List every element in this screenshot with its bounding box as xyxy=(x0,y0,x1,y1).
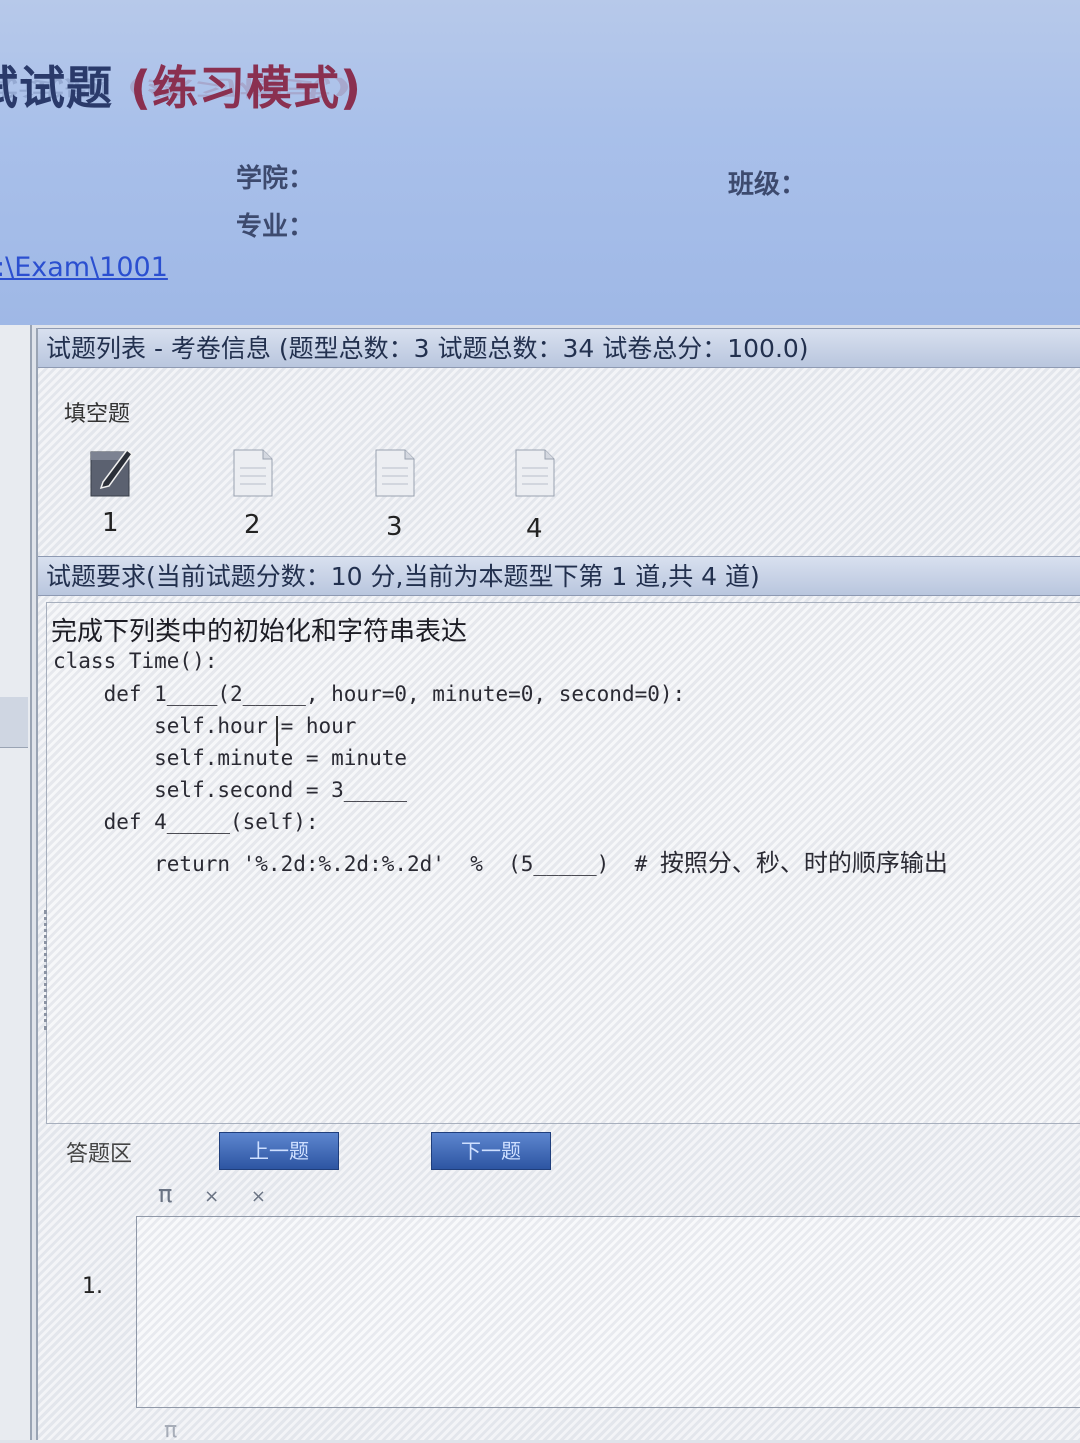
code-line-2: def 1____(2_____, hour=0, minute=0, seco… xyxy=(53,682,686,706)
exam-path-link[interactable]: :\Exam\1001 xyxy=(0,252,168,283)
question-content: 完成下列类中的初始化和字符串表达 class Time(): def 1____… xyxy=(46,602,1080,1124)
clear-button-1[interactable]: × xyxy=(204,1186,219,1207)
exam-header: 试试题 (练习模式) 试试题 (练习模式) 学院： 班级： 专业： :\Exam… xyxy=(0,0,1080,325)
code-line-5: self.second = 3_____ xyxy=(53,778,408,802)
code-line-6: def 4_____(self): xyxy=(53,810,319,834)
pi-symbol-button[interactable]: π xyxy=(158,1180,172,1208)
mode-reflection-text: (练习模式) xyxy=(126,75,353,100)
left-panel-strip xyxy=(0,325,32,1440)
answer-number: 1. xyxy=(82,1274,103,1299)
next-question-button[interactable]: 下一题 xyxy=(431,1132,551,1170)
prev-question-button[interactable]: 上一题 xyxy=(219,1132,339,1170)
clear-button-2[interactable]: × xyxy=(251,1186,266,1207)
question-2-button[interactable] xyxy=(230,446,276,498)
major-label: 专业： xyxy=(236,212,315,242)
code-line-7: return '%.2d:%.2d:%.2d' % (5_____) # 按照分… xyxy=(53,843,948,878)
question-1-number: 1 xyxy=(102,508,119,538)
answer-toolbar: π × × xyxy=(158,1180,290,1208)
answer-area-label: 答题区 xyxy=(66,1142,133,1167)
section-label-fill-blank: 填空题 xyxy=(64,402,131,427)
document-icon xyxy=(233,449,273,497)
answer-input-1[interactable] xyxy=(136,1216,1080,1408)
code-line-4: self.minute = minute xyxy=(53,746,408,770)
class-label: 班级： xyxy=(728,170,807,200)
title-reflection: 试试题 (练习模式) xyxy=(0,74,352,104)
question-description: 完成下列类中的初始化和字符串表达 xyxy=(51,617,468,647)
question-list-header: 试题列表 - 考卷信息 (题型总数：3 试题总数：34 试卷总分：100.0) xyxy=(38,328,1080,368)
college-label: 学院： xyxy=(236,164,315,194)
question-3-button[interactable] xyxy=(372,446,418,498)
code-line-1: class Time(): xyxy=(53,649,218,673)
question-3-number: 3 xyxy=(386,512,403,542)
edit-document-icon xyxy=(90,448,133,497)
question-2-number: 2 xyxy=(244,510,261,540)
code-line-7-text: return '%.2d:%.2d:%.2d' % (5_____) # xyxy=(53,852,660,876)
question-1-button[interactable] xyxy=(88,446,134,498)
question-4-number: 4 xyxy=(526,514,543,544)
document-icon xyxy=(515,449,555,497)
left-panel-tab[interactable] xyxy=(0,697,28,748)
main-panel: 试题列表 - 考卷信息 (题型总数：3 试题总数：34 试卷总分：100.0) … xyxy=(36,328,1080,1443)
code-comment: 按照分、秒、时的顺序输出 xyxy=(659,849,948,877)
answer-toolbar-2: π xyxy=(164,1418,177,1443)
code-line-3: self.hour = hour xyxy=(53,714,357,738)
requirement-header: 试题要求(当前试题分数：10 分,当前为本题型下第 1 道,共 4 道) xyxy=(38,556,1080,596)
panel-splitter-handle[interactable] xyxy=(44,910,53,1030)
question-4-button[interactable] xyxy=(512,446,558,498)
pi-symbol-button-2[interactable]: π xyxy=(164,1418,177,1443)
text-cursor xyxy=(276,716,278,746)
title-reflection-text: 试试题 xyxy=(0,75,110,100)
document-icon xyxy=(375,449,415,497)
